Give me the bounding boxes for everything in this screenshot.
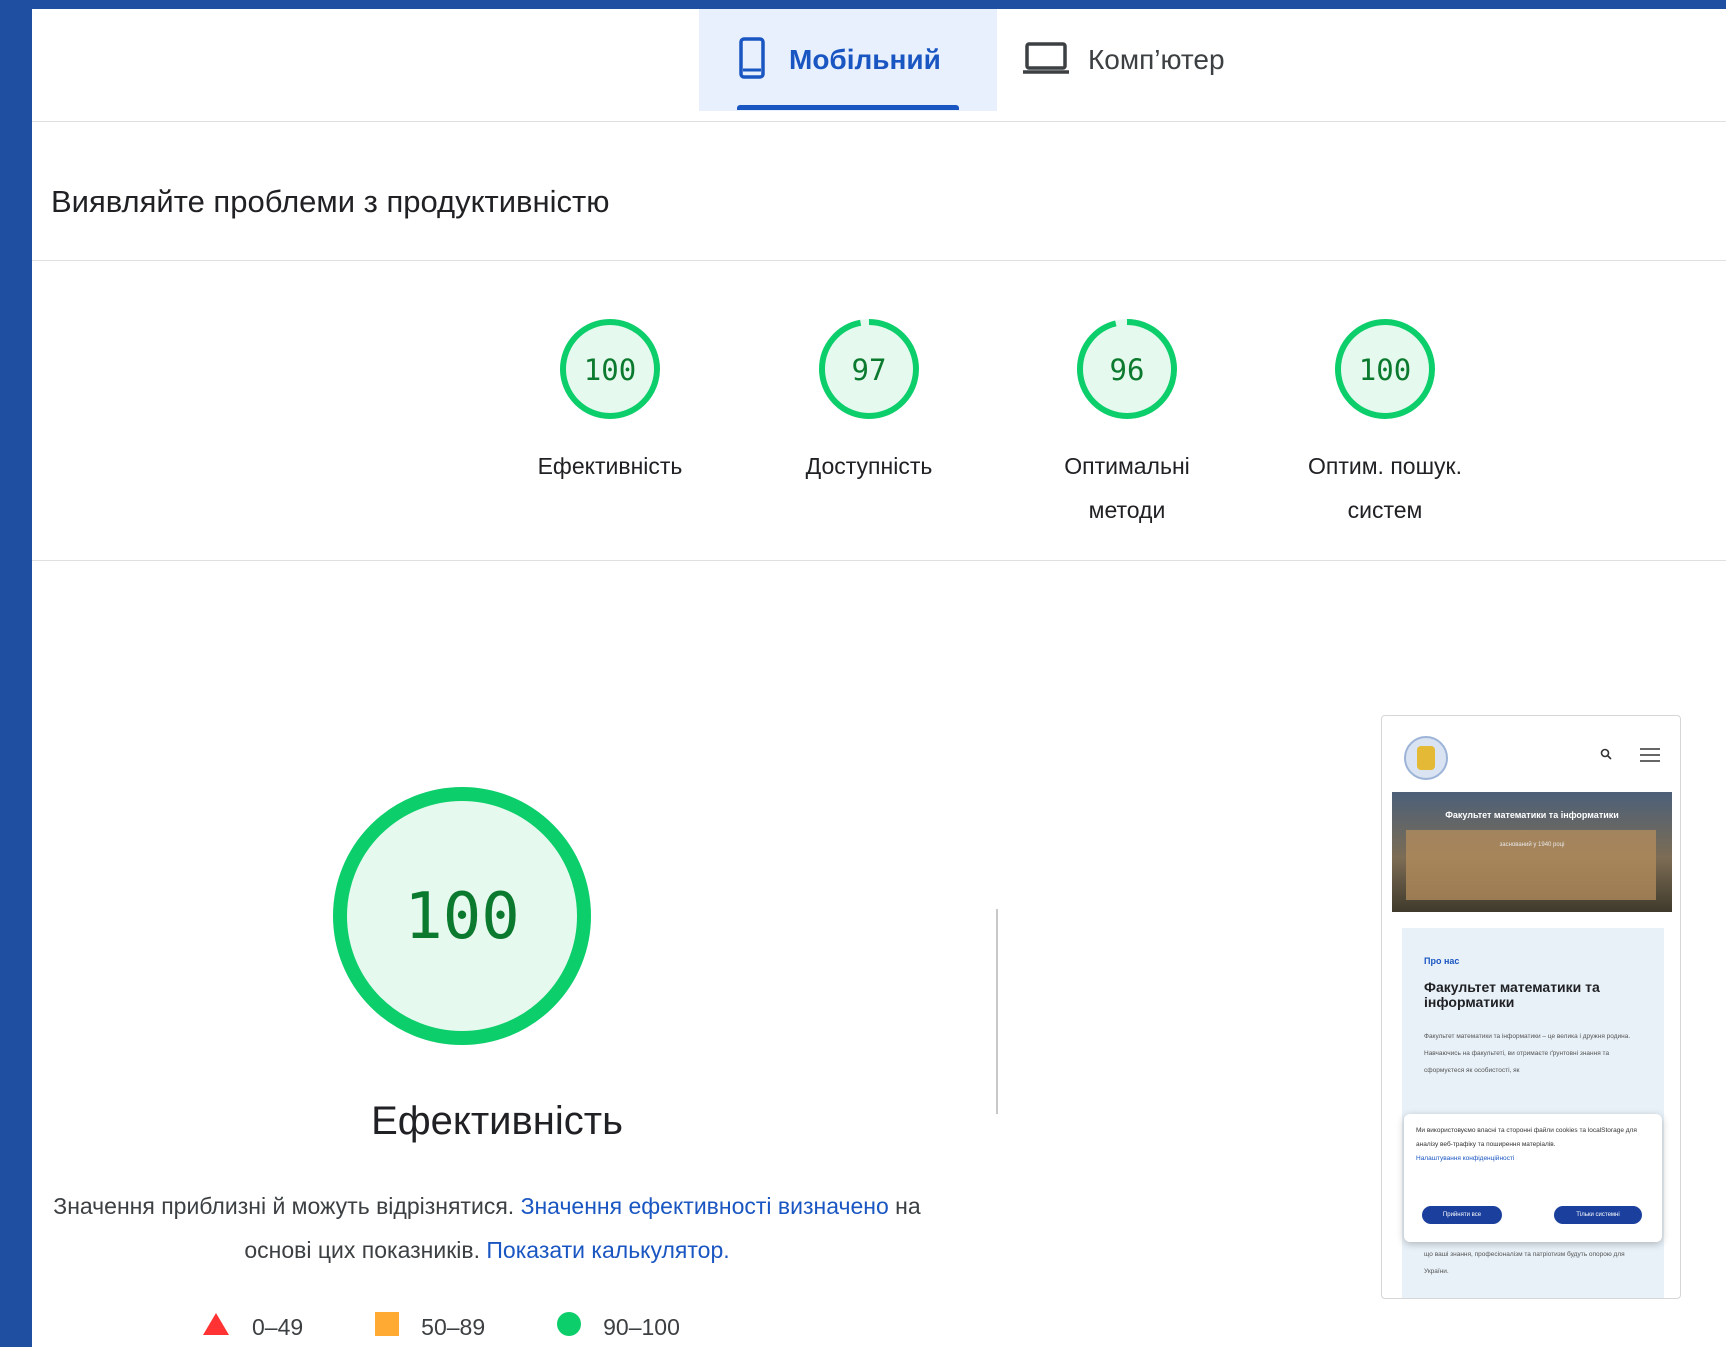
cookie-banner: Ми використовуємо власні та сторонні фай… <box>1404 1114 1662 1242</box>
legend-fail-range: 0–49 <box>252 1313 304 1340</box>
device-tabs: Мобільний Комп’ютер <box>32 9 1726 122</box>
smartphone-icon <box>739 36 765 84</box>
note-text: Значення приблизні й можуть відрізнятися… <box>53 1193 521 1219</box>
accept-all-button: Прийняти все <box>1422 1206 1502 1224</box>
laptop-icon <box>1022 41 1070 80</box>
hero-subtitle: заснований у 1940 році <box>1499 842 1565 848</box>
gauge-score: 96 <box>1110 353 1145 387</box>
gauge-label-line2: методи <box>1088 497 1166 523</box>
university-logo <box>1404 736 1448 780</box>
about-heading: Факультет математики та інформатики <box>1424 979 1600 1010</box>
gauge-label-line2: систем <box>1347 497 1423 523</box>
gauge-accessibility[interactable]: 97 Доступність <box>769 314 969 488</box>
gauge-label: Оптимальні методи <box>1027 444 1227 532</box>
tab-desktop-label: Комп’ютер <box>1088 44 1225 75</box>
gauge-label-line1: Ефективність <box>537 453 683 479</box>
search-icon <box>1600 748 1612 763</box>
legend-average-range: 50–89 <box>421 1313 486 1340</box>
performance-score: 100 <box>404 880 520 954</box>
calc-link[interactable]: Значення ефективності визначено <box>521 1193 889 1219</box>
divider <box>32 260 1726 261</box>
score-ring: 100 <box>1335 319 1435 419</box>
gauge-score: 100 <box>1359 353 1411 387</box>
score-ring-large: 100 <box>333 787 591 1045</box>
score-ring: 100 <box>560 319 660 419</box>
gauge-label-line1: Оптим. пошук. <box>1308 453 1462 479</box>
hero-image: Факультет математики та інформатики засн… <box>1392 792 1672 912</box>
about-paragraph-end: що ваші знання, професіоналізм та патріо… <box>1424 1251 1625 1275</box>
triangle-icon <box>202 1312 230 1342</box>
gauge-label-line1: Доступність <box>805 453 933 479</box>
page-screenshot-thumbnail[interactable]: Факультет математики та інформатики засн… <box>1381 715 1681 1299</box>
hamburger-menu-icon <box>1640 748 1660 766</box>
about-kicker: Про нас <box>1424 956 1460 966</box>
privacy-settings-link: Налаштування конфіденційності <box>1416 1155 1515 1162</box>
legend-pass-range: 90–100 <box>603 1313 680 1340</box>
gauge-performance[interactable]: 100 Ефективність <box>510 314 710 488</box>
legend-fail: 0–49 <box>202 1312 303 1342</box>
system-only-button: Тільки системні <box>1554 1206 1642 1224</box>
about-card: Про нас Факультет математики та інформат… <box>1402 928 1664 1298</box>
gauge-seo[interactable]: 100 Оптим. пошук. систем <box>1285 314 1485 532</box>
performance-title: Ефективність <box>371 1099 623 1143</box>
report-panel: Мобільний Комп’ютер Виявляйте проблеми з… <box>32 9 1726 1347</box>
cookie-text: Ми використовуємо власні та сторонні фай… <box>1416 1124 1652 1166</box>
score-ring: 96 <box>1077 319 1177 419</box>
divider <box>32 560 1726 561</box>
tab-desktop[interactable]: Комп’ютер <box>1022 9 1282 111</box>
score-legend: 0–49 50–89 90–100 <box>202 1312 752 1342</box>
show-calculator-link[interactable]: Показати калькулятор. <box>486 1237 729 1263</box>
performance-note: Значення приблизні й можуть відрізнятися… <box>52 1184 922 1272</box>
gauge-best-practices[interactable]: 96 Оптимальні методи <box>1027 314 1227 532</box>
tab-mobile-label: Мобільний <box>789 44 941 75</box>
gauge-score: 97 <box>852 353 887 387</box>
square-icon <box>375 1312 400 1342</box>
about-paragraph: Факультет математики та інформатики – це… <box>1424 1033 1631 1074</box>
gauge-score: 100 <box>584 353 636 387</box>
performance-gauge-large: 100 <box>322 776 602 1061</box>
cookie-message: Ми використовуємо власні та сторонні фай… <box>1416 1127 1637 1148</box>
gauge-label: Ефективність <box>510 444 710 488</box>
section-title: Виявляйте проблеми з продуктивністю <box>51 184 610 219</box>
vertical-divider <box>996 909 998 1114</box>
score-ring: 97 <box>819 319 919 419</box>
gauge-label: Доступність <box>769 444 969 488</box>
active-tab-indicator <box>737 105 959 110</box>
tab-mobile[interactable]: Мобільний <box>699 9 997 111</box>
legend-pass: 90–100 <box>557 1312 680 1342</box>
gauge-label-line1: Оптимальні <box>1064 453 1190 479</box>
legend-average: 50–89 <box>375 1312 485 1342</box>
gauge-label: Оптим. пошук. систем <box>1285 444 1485 532</box>
circle-icon <box>557 1312 582 1342</box>
hero-title: Факультет математики та інформатики <box>1445 810 1619 820</box>
building-image <box>1406 830 1656 900</box>
